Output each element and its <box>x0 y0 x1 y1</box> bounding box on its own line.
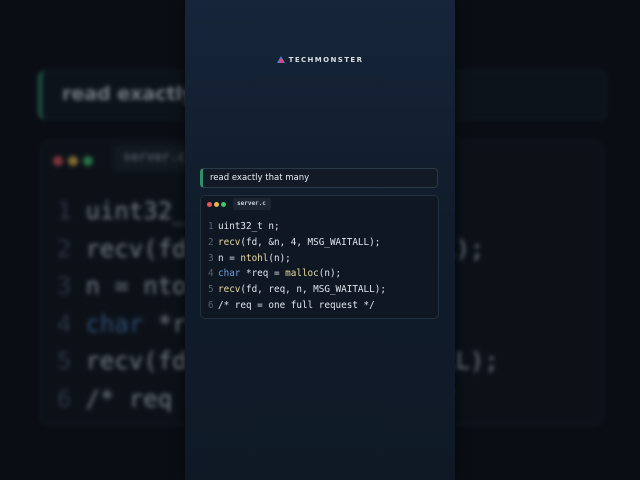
code-line: 4 char *req = malloc(n); <box>208 266 386 282</box>
background-code-lines: 1 uint32_t 2 recv(fd, 3 n = ntoh 4 char *re 5 rec… <box>57 193 201 418</box>
line-number: 5 <box>57 347 72 375</box>
line-number: 6 <box>208 299 214 311</box>
code-token: (n); <box>268 252 291 264</box>
maximize-dot-icon <box>221 202 226 207</box>
window-dots <box>207 202 228 208</box>
code-token: ntohl <box>240 252 269 264</box>
code-token: recv <box>218 284 241 296</box>
code-token: uint32_t n; <box>218 221 280 232</box>
code-line: 1 uint32_t n; <box>208 219 386 235</box>
minimize-dot-icon <box>68 156 78 166</box>
code-line: 2 recv(fd, <box>57 231 201 269</box>
code-token: /* req = one full request */ <box>218 299 375 311</box>
code-line: 1 uint32_t <box>57 193 201 231</box>
brand-header: TECHMONSTER <box>185 56 455 64</box>
close-dot-icon <box>53 156 63 166</box>
code-token: malloc <box>285 268 319 280</box>
techmonster-logo-icon <box>276 56 285 63</box>
code-line: 4 char *re <box>57 306 201 344</box>
line-number: 2 <box>57 234 72 263</box>
code-line: 6 /* req = <box>57 381 201 419</box>
code-line: 5 recv(fd, req, n, MSG_WAITALL); <box>208 282 386 298</box>
code-token: recv(fd, <box>85 234 202 263</box>
line-number: 3 <box>208 252 214 264</box>
background-window-dots <box>53 151 98 170</box>
close-dot-icon <box>207 202 212 207</box>
maximize-dot-icon <box>83 156 93 166</box>
code-line: 3 n = ntohl(n); <box>208 251 386 267</box>
code-token: /* req = <box>85 384 202 413</box>
background-file-tab: server.c <box>113 145 193 171</box>
code-token: (fd, req, n, MSG_WAITALL); <box>240 284 386 296</box>
code-token: *req = <box>240 268 286 280</box>
code-token: recv(fd, <box>85 347 202 375</box>
code-token: n = <box>218 252 241 264</box>
line-number: 3 <box>57 272 72 300</box>
line-number: 1 <box>208 221 214 232</box>
brand-name: TECHMONSTER <box>288 56 364 64</box>
code-line: 5 recv(fd, <box>57 343 201 381</box>
caption-box: read exactly that many <box>200 168 438 188</box>
line-number: 2 <box>208 236 214 248</box>
code-token: n = ntoh <box>85 272 202 300</box>
caption-text: read exactly that many <box>210 173 310 183</box>
line-number: 5 <box>208 284 214 296</box>
line-number: 1 <box>57 197 72 225</box>
code-lines: 1 uint32_t n; 2 recv(fd, &n, 4, MSG_WAITALL… <box>208 219 386 314</box>
code-token: uint32_t <box>85 197 202 225</box>
center-panel: TECHMONSTER read exactly that many serve… <box>185 0 455 480</box>
code-token: (n); <box>318 268 342 280</box>
code-token: char <box>85 309 144 338</box>
minimize-dot-icon <box>214 202 219 207</box>
file-tab: server.c <box>233 198 271 210</box>
code-window: server.c 1 uint32_t n; 2 recv(fd, &n, 4, MS… <box>200 195 439 319</box>
code-token: recv <box>218 236 241 248</box>
line-number: 6 <box>57 384 72 413</box>
line-number: 4 <box>208 268 214 280</box>
line-number: 4 <box>57 309 72 338</box>
code-line: 6 /* req = one full request */ <box>208 298 386 314</box>
code-line: 2 recv(fd, &n, 4, MSG_WAITALL); <box>208 235 386 251</box>
code-line: 3 n = ntoh <box>57 268 201 306</box>
code-token: char <box>218 268 241 280</box>
code-token: (fd, &n, 4, MSG_WAITALL); <box>240 236 381 248</box>
